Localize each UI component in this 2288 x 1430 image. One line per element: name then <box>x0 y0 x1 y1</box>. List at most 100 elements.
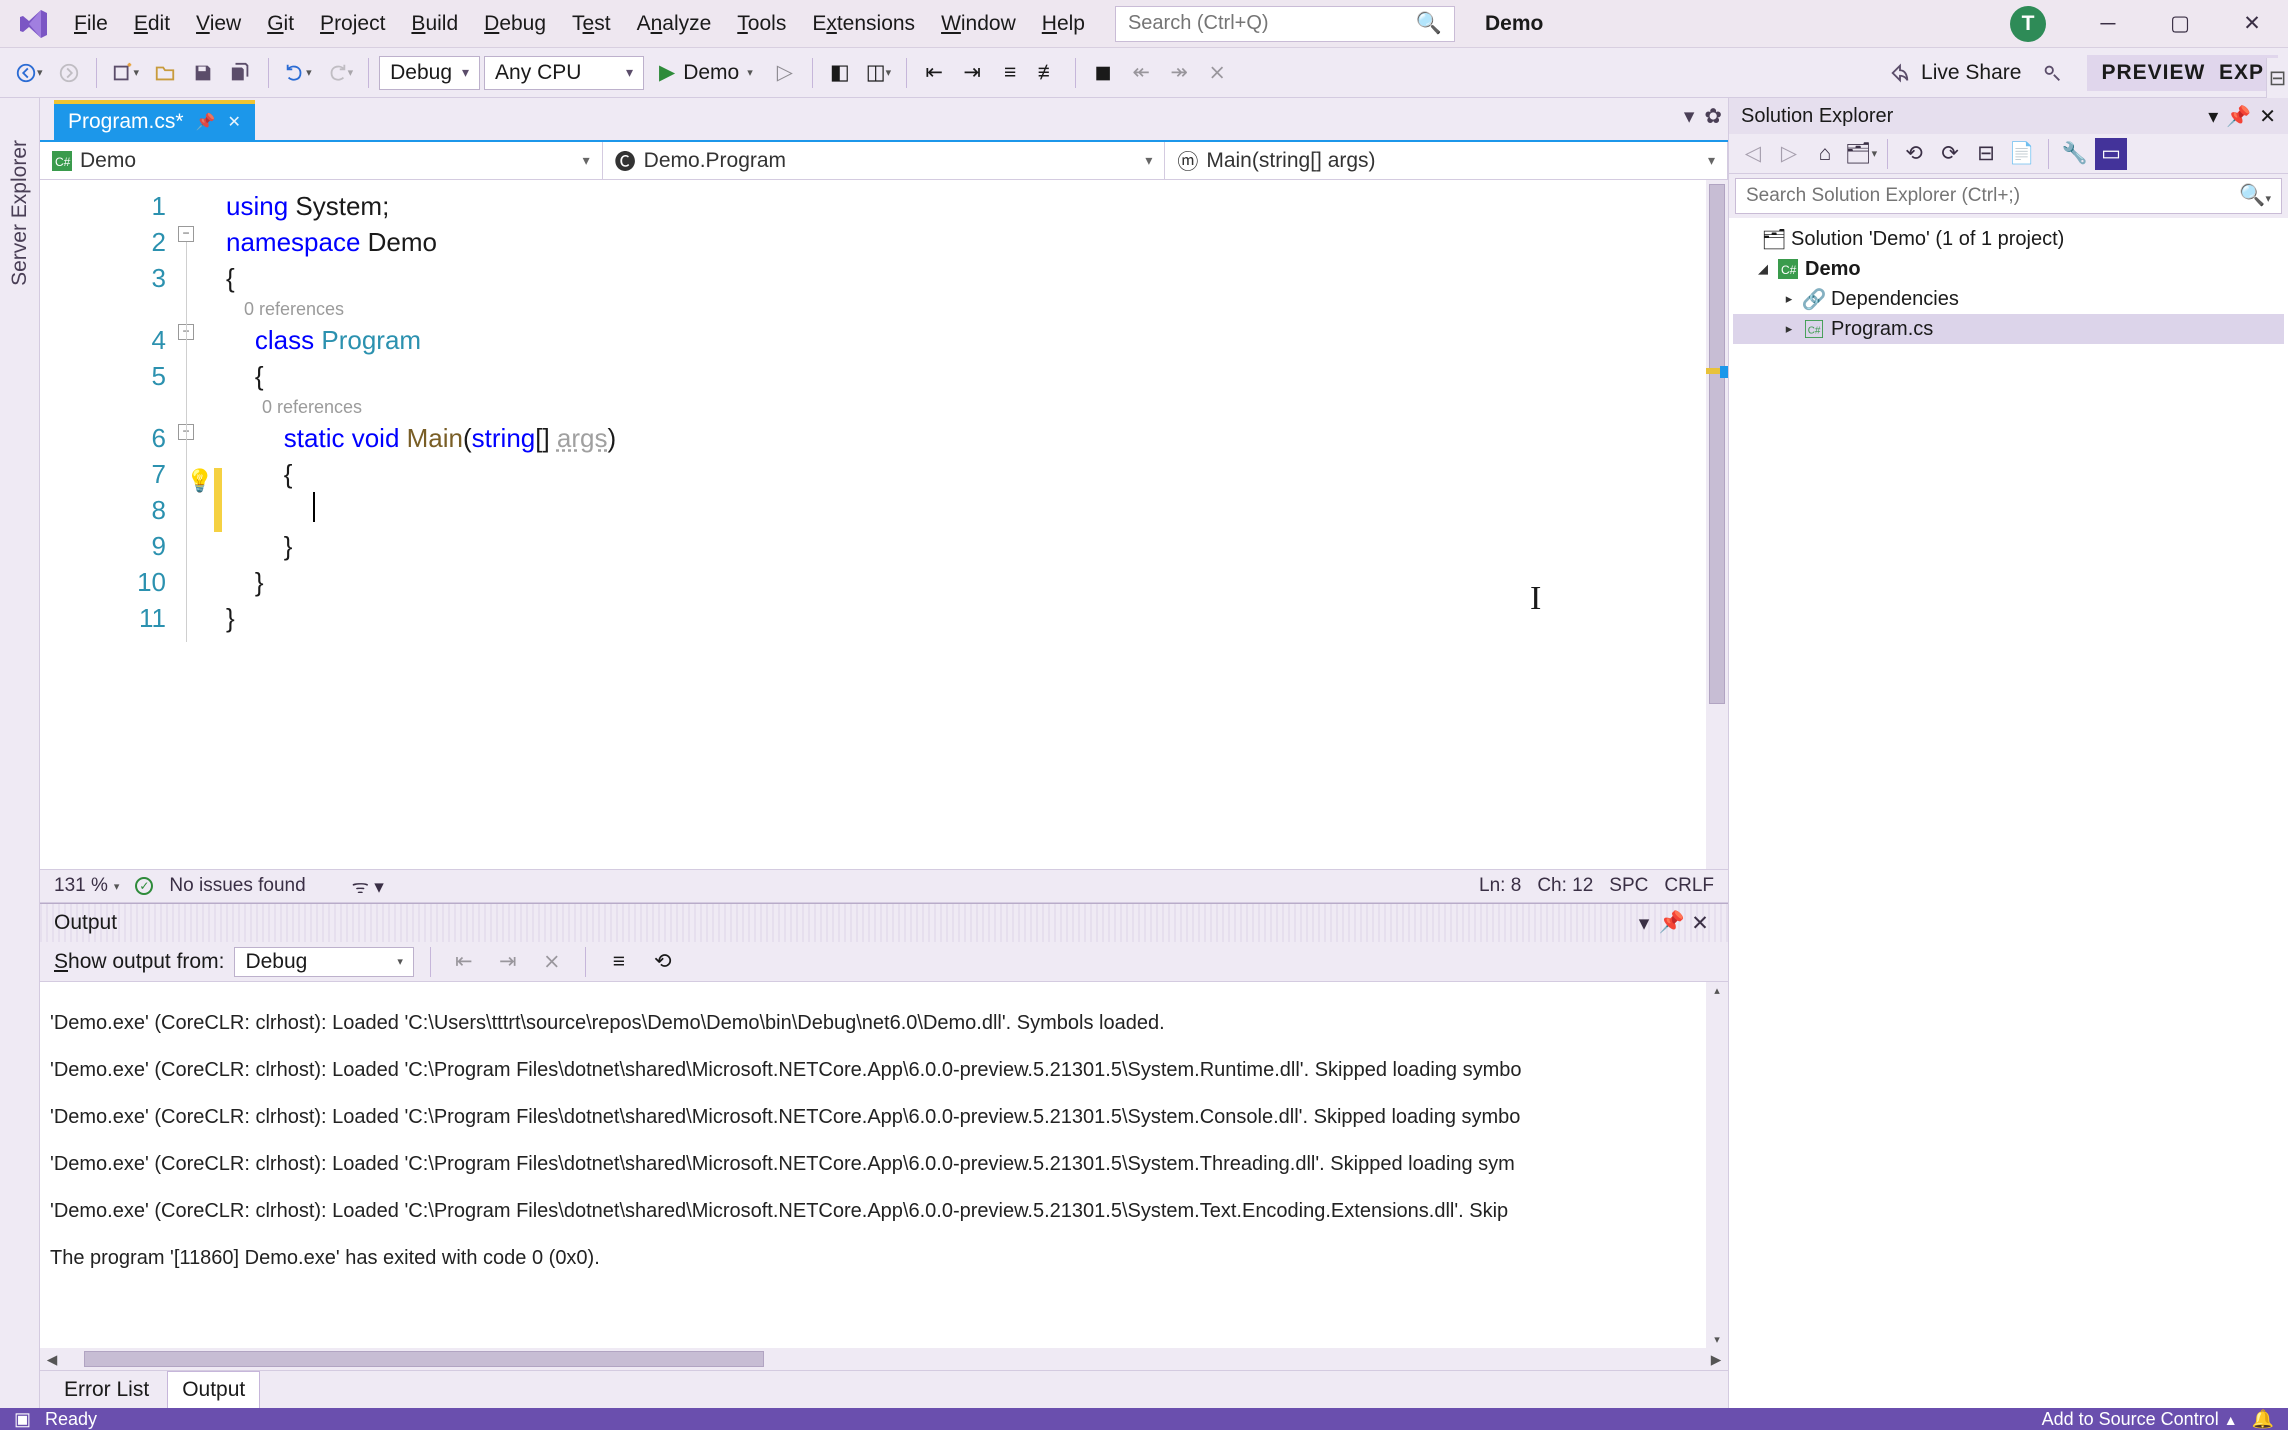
output-wrap-icon[interactable]: ≡ <box>602 944 636 980</box>
notifications-icon[interactable]: 🔔 <box>2252 1409 2274 1430</box>
open-file-button[interactable] <box>148 55 182 91</box>
tree-dependencies-node[interactable]: ▸ 🔗 Dependencies <box>1733 284 2284 314</box>
nav-member-dropdown[interactable]: ⓜ Main(string[] args)▾ <box>1165 142 1728 179</box>
output-text[interactable]: 'Demo.exe' (CoreCLR: clrhost): Loaded 'C… <box>40 982 1728 1348</box>
window-close-button[interactable]: ✕ <box>2216 0 2288 48</box>
split-window-icon[interactable]: ⊟ <box>2266 58 2288 98</box>
se-refresh-icon[interactable]: ⟳ <box>1934 138 1966 170</box>
pin-icon[interactable]: 📌 <box>196 112 216 132</box>
menu-project[interactable]: Project <box>308 6 397 42</box>
se-pin-icon[interactable]: 📌 <box>2226 104 2251 129</box>
comment-icon[interactable]: ≡ <box>993 55 1027 91</box>
menu-build[interactable]: Build <box>399 6 470 42</box>
start-without-debug-button[interactable]: ▷ <box>768 55 802 91</box>
bk-prev-icon[interactable]: ↞ <box>1124 55 1158 91</box>
window-maximize-button[interactable]: ▢ <box>2144 0 2216 48</box>
close-tab-icon[interactable]: ✕ <box>227 112 240 132</box>
uncomment-icon[interactable]: ≢ <box>1031 55 1065 91</box>
nav-forward-button[interactable] <box>52 55 86 91</box>
menu-view[interactable]: View <box>184 6 253 42</box>
caret-col[interactable]: Ch: 12 <box>1537 875 1593 897</box>
quick-search-input[interactable] <box>1128 12 1416 35</box>
zoom-dropdown[interactable]: 131 % ▾ <box>54 875 119 897</box>
se-preview-icon[interactable]: ▭ <box>2095 138 2127 170</box>
output-next-icon[interactable]: ⇥ <box>491 944 525 980</box>
active-files-dropdown-icon[interactable]: ▾ <box>1684 104 1695 129</box>
redo-button[interactable]: ▾ <box>321 55 359 91</box>
tree-file-node[interactable]: ▸ C# Program.cs <box>1733 314 2284 344</box>
se-close-icon[interactable]: ✕ <box>2259 104 2276 129</box>
menu-extensions[interactable]: Extensions <box>800 6 927 42</box>
output-scrollbar-v[interactable]: ▴ ▾ <box>1706 982 1728 1348</box>
bk-next-icon[interactable]: ↠ <box>1162 55 1196 91</box>
fold-toggle-icon[interactable]: − <box>178 226 194 242</box>
panel-close-icon[interactable]: ✕ <box>1686 911 1714 936</box>
tab-output[interactable]: Output <box>167 1371 260 1409</box>
save-button[interactable] <box>186 55 220 91</box>
output-toggle-icon[interactable]: ⟲ <box>646 944 680 980</box>
menu-edit[interactable]: Edit <box>122 6 182 42</box>
lightbulb-icon[interactable]: 💡 <box>186 468 213 494</box>
output-prev-icon[interactable]: ⇤ <box>447 944 481 980</box>
se-fwd-icon[interactable]: ▷ <box>1773 138 1805 170</box>
code-area[interactable]: using System; namespace Demo { 0 referen… <box>220 180 1728 869</box>
quick-search[interactable]: 🔍 <box>1115 6 1455 42</box>
se-switch-view-icon[interactable]: 🗂▾ <box>1845 138 1877 170</box>
document-tab-program[interactable]: Program.cs* 📌 ✕ <box>54 100 255 140</box>
se-home-icon[interactable]: ⌂ <box>1809 138 1841 170</box>
se-collapse-icon[interactable]: ⊟ <box>1970 138 2002 170</box>
output-clear-icon[interactable]: ⨯ <box>535 944 569 980</box>
preview-changes-icon[interactable]: ᯤ ▾ <box>352 873 384 899</box>
expander-icon[interactable]: ▸ <box>1781 291 1797 307</box>
menu-analyze[interactable]: Analyze <box>625 6 724 42</box>
editor-scrollbar[interactable] <box>1706 180 1728 869</box>
expander-icon[interactable]: ◢ <box>1755 261 1771 277</box>
solution-config-dropdown[interactable]: Debug▾ <box>379 56 480 90</box>
indent-increase-icon[interactable]: ⇥ <box>955 55 989 91</box>
caret-line[interactable]: Ln: 8 <box>1479 875 1521 897</box>
indent-decrease-icon[interactable]: ⇤ <box>917 55 951 91</box>
menu-help[interactable]: Help <box>1030 6 1097 42</box>
start-debugging-button[interactable]: ▶Demo▾ <box>648 55 764 91</box>
new-project-button[interactable]: ▾ <box>107 55 145 91</box>
live-share-button[interactable]: Live Share <box>1879 61 2031 85</box>
whitespace-mode[interactable]: SPC <box>1609 875 1648 897</box>
solution-platform-dropdown[interactable]: Any CPU▾ <box>484 56 644 90</box>
nav-project-dropdown[interactable]: C# Demo▾ <box>40 142 603 179</box>
bookmark-icon[interactable]: ◼ <box>1086 55 1120 91</box>
expander-icon[interactable]: ▸ <box>1781 321 1797 337</box>
tab-error-list[interactable]: Error List <box>50 1372 163 1408</box>
tree-solution-node[interactable]: 🗂 Solution 'Demo' (1 of 1 project) <box>1733 224 2284 254</box>
solution-tree[interactable]: 🗂 Solution 'Demo' (1 of 1 project) ◢ C# … <box>1729 218 2288 1408</box>
nav-back-button[interactable]: ▾ <box>10 55 48 91</box>
se-sync-icon[interactable]: ⟲ <box>1898 138 1930 170</box>
menu-debug[interactable]: Debug <box>472 6 558 42</box>
nav-type-dropdown[interactable]: 🅒 Demo.Program▾ <box>603 142 1166 179</box>
undo-button[interactable]: ▾ <box>279 55 317 91</box>
se-back-icon[interactable]: ◁ <box>1737 138 1769 170</box>
save-all-button[interactable] <box>224 55 258 91</box>
server-explorer-tab[interactable]: Server Explorer <box>4 126 36 300</box>
tb-icon-1[interactable]: ◧ <box>823 55 857 91</box>
se-dropdown-icon[interactable]: ▾ <box>2208 104 2218 129</box>
tree-project-node[interactable]: ◢ C# Demo <box>1733 254 2284 284</box>
feedback-icon[interactable] <box>2035 55 2069 91</box>
se-show-all-icon[interactable]: 📄 <box>2006 138 2038 170</box>
add-to-source-control[interactable]: Add to Source Control ▲ <box>2042 1409 2238 1430</box>
menu-tools[interactable]: Tools <box>725 6 798 42</box>
panel-dropdown-icon[interactable]: ▾ <box>1630 911 1658 936</box>
window-minimize-button[interactable]: ─ <box>2072 0 2144 48</box>
bk-clear-icon[interactable]: ⨯ <box>1200 55 1234 91</box>
panel-pin-icon[interactable]: 📌 <box>1658 911 1686 935</box>
output-source-dropdown[interactable]: Debug▾ <box>234 947 413 977</box>
code-editor[interactable]: 1 2 3 4 5 6 7 8 9 10 11 − − − 💡 <box>40 180 1728 869</box>
menu-test[interactable]: Test <box>560 6 623 42</box>
solution-explorer-search[interactable]: 🔍▾ <box>1735 178 2282 214</box>
window-options-icon[interactable]: ✿ <box>1704 104 1722 129</box>
menu-git[interactable]: Git <box>255 6 306 42</box>
output-scrollbar-h[interactable]: ◂▸ <box>40 1348 1728 1370</box>
menu-file[interactable]: FFileile <box>62 6 120 42</box>
user-avatar[interactable]: T <box>2010 6 2046 42</box>
line-ending-mode[interactable]: CRLF <box>1664 875 1714 897</box>
se-properties-icon[interactable]: 🔧 <box>2059 138 2091 170</box>
